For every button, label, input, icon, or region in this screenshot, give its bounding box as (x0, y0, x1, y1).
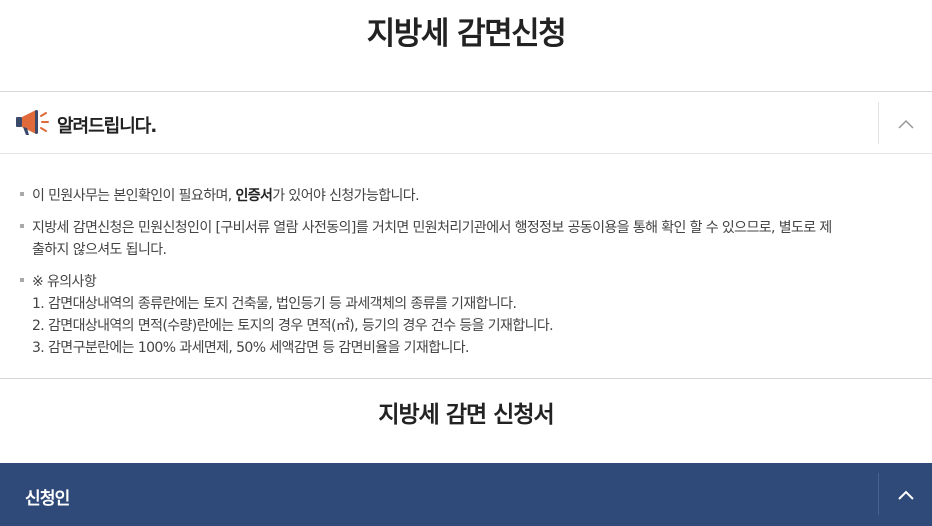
form-title: 지방세 감면 신청서 (378, 402, 554, 428)
chevron-up-icon (897, 485, 914, 504)
notice-body: 이 민원사무는 본인확인이 필요하며, 인증서가 있어야 신청가능합니다. 지방… (0, 154, 932, 379)
notice-title: 알려드립니다. (57, 116, 157, 137)
applicant-label: 신청인 (25, 489, 70, 509)
applicant-collapse-button[interactable] (878, 473, 932, 515)
notice-line-certificate: 이 민원사무는 본인확인이 필요하며, 인증서가 있어야 신청가능합니다. (32, 185, 420, 205)
chevron-up-icon (897, 114, 914, 133)
notice-line-consent-cont: 출하지 않으셔도 됩니다. (32, 242, 167, 258)
notice-text: 이 민원사무는 본인확인이 필요하며, (32, 188, 236, 204)
caution-item-2: 2. 감면대상내역의 면적(수량)란에는 토지의 경우 면적(㎡), 등기의 경… (32, 318, 554, 334)
notice-line-consent: 지방세 감면신청은 민원신청인이 [구비서류 열람 사전동의]를 거치면 민원처… (32, 220, 832, 236)
megaphone-icon (14, 106, 50, 138)
bullet (20, 192, 24, 196)
bullet (20, 224, 24, 228)
notice-text: 가 있어야 신청가능합니다. (272, 188, 419, 204)
bullet (20, 278, 24, 282)
applicant-section-header[interactable]: 신청인 (0, 463, 932, 526)
certificate-highlight: 인증서 (235, 188, 273, 204)
caution-item-3: 3. 감면구분란에는 100% 과세면제, 50% 세액감면 등 감면비율을 기… (32, 340, 469, 356)
notice-header: 알려드립니다. (0, 91, 932, 154)
caution-title: ※ 유의사항 (32, 274, 97, 290)
notice-collapse-button[interactable] (878, 102, 932, 144)
page-title: 지방세 감면신청 (366, 16, 567, 52)
caution-item-1: 1. 감면대상내역의 종류란에는 토지 건축물, 법인등기 등 과세객체의 종류… (32, 296, 517, 312)
